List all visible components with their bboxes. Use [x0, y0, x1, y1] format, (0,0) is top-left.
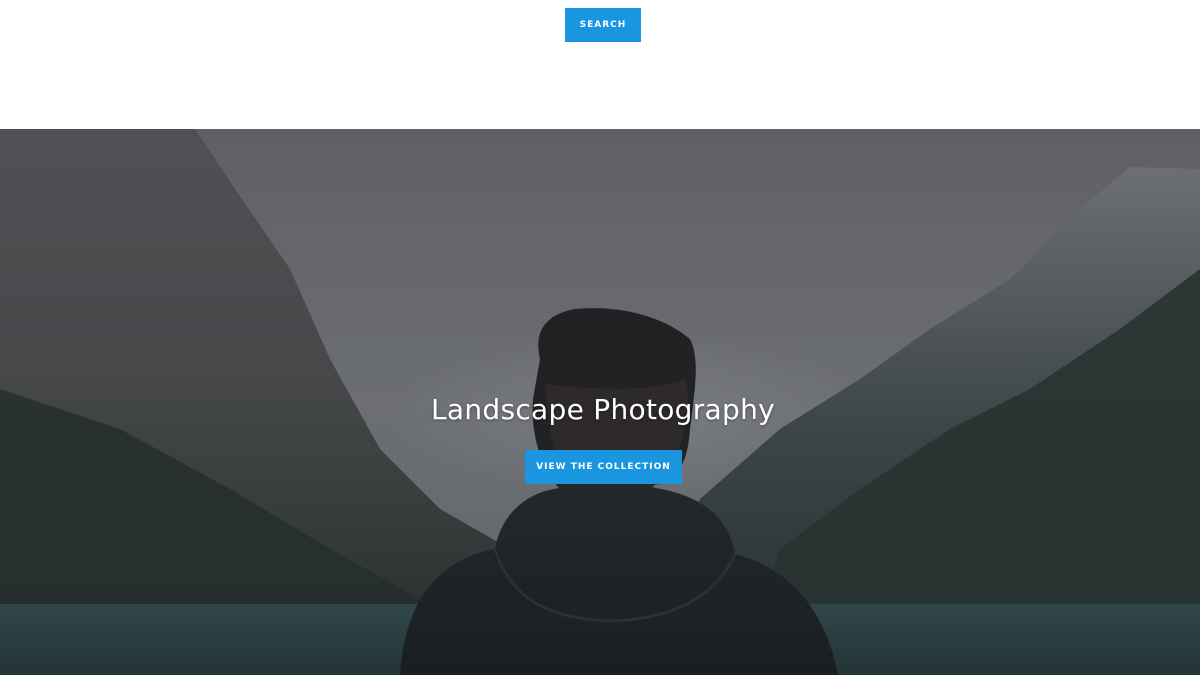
search-button[interactable]: SEARCH	[565, 8, 641, 42]
view-collection-button[interactable]: VIEW THE COLLECTION	[525, 450, 682, 484]
hero-banner: Landscape Photography VIEW THE COLLECTIO…	[0, 129, 1200, 675]
page: SEARCH Landscape Photography VIEW THE CO…	[0, 0, 1200, 675]
top-bar: SEARCH	[0, 0, 1200, 129]
hero-title: Landscape Photography	[430, 393, 776, 426]
